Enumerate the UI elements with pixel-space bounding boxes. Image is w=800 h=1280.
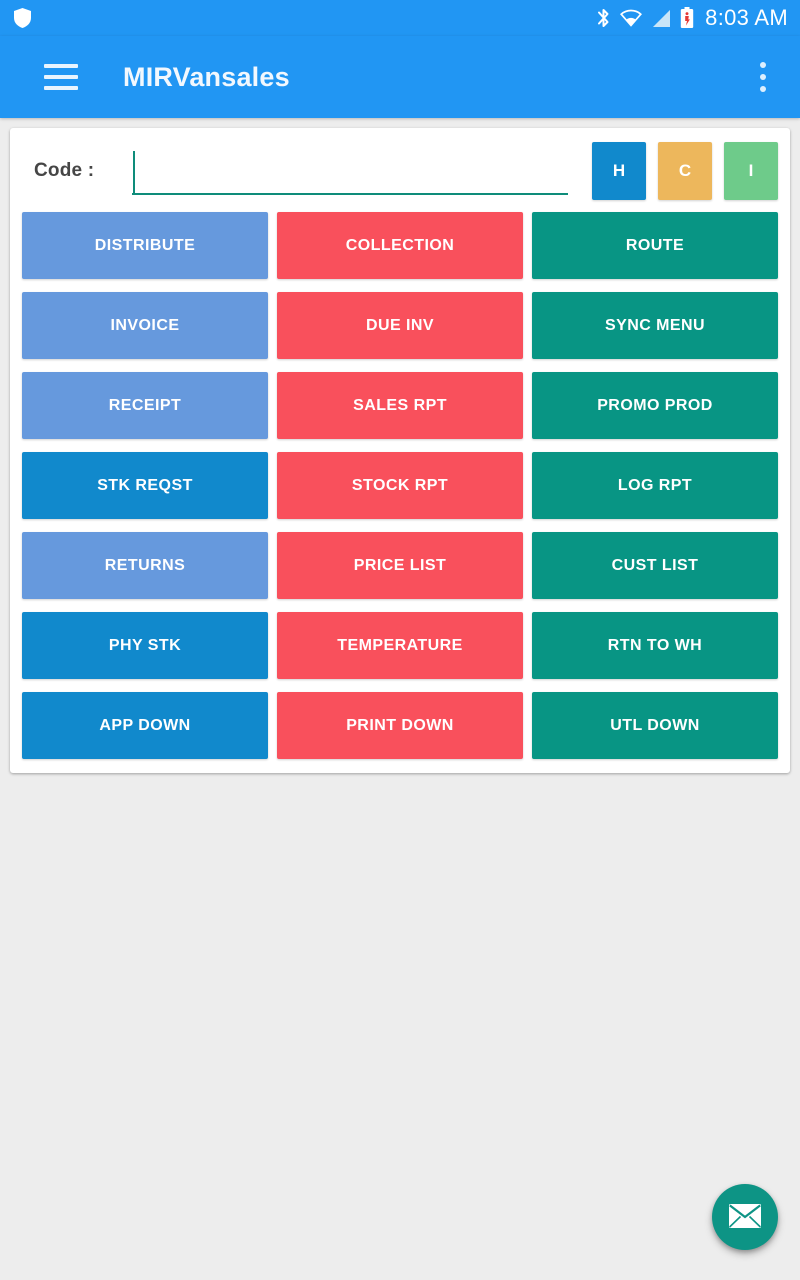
status-bar-left — [14, 8, 31, 28]
grid-row: PHY STK TEMPERATURE RTN TO WH — [22, 612, 778, 679]
grid-button-log-rpt[interactable]: LOG RPT — [532, 452, 778, 519]
mail-fab-button[interactable] — [712, 1184, 778, 1250]
code-input[interactable] — [132, 147, 568, 195]
overflow-dot — [760, 74, 766, 80]
battery-icon — [680, 7, 694, 29]
grid-button-print-down[interactable]: PRINT DOWN — [277, 692, 523, 759]
grid-row: INVOICE DUE INV SYNC MENU — [22, 292, 778, 359]
text-cursor — [133, 151, 136, 193]
shield-icon — [14, 8, 31, 28]
grid-button-stock-rpt[interactable]: STOCK RPT — [277, 452, 523, 519]
wifi-icon — [620, 8, 643, 28]
grid-row: DISTRIBUTE COLLECTION ROUTE — [22, 212, 778, 279]
code-button-c[interactable]: C — [658, 142, 712, 200]
grid-button-cust-list[interactable]: CUST LIST — [532, 532, 778, 599]
main-card: Code : H C I DISTRIBUTE COLLECTION ROUTE IN… — [10, 128, 790, 773]
hamburger-bar — [44, 86, 78, 90]
overflow-dot — [760, 86, 766, 92]
code-button-h[interactable]: H — [592, 142, 646, 200]
status-bar-right: 8:03 AM — [596, 7, 788, 29]
grid-button-sales-rpt[interactable]: SALES RPT — [277, 372, 523, 439]
grid-button-returns[interactable]: RETURNS — [22, 532, 268, 599]
grid-button-sync-menu[interactable]: SYNC MENU — [532, 292, 778, 359]
more-vertical-icon[interactable] — [748, 60, 778, 94]
grid-button-promo-prod[interactable]: PROMO PROD — [532, 372, 778, 439]
grid-row: RETURNS PRICE LIST CUST LIST — [22, 532, 778, 599]
code-input-wrap — [132, 147, 568, 195]
grid-button-app-down[interactable]: APP DOWN — [22, 692, 268, 759]
grid-row: RECEIPT SALES RPT PROMO PROD — [22, 372, 778, 439]
grid-button-phy-stk[interactable]: PHY STK — [22, 612, 268, 679]
code-row: Code : H C I — [10, 128, 790, 212]
app-bar: MIRVansales — [0, 36, 800, 118]
button-grid: DISTRIBUTE COLLECTION ROUTE INVOICE DUE INV S… — [10, 212, 790, 759]
grid-button-stk-reqst[interactable]: STK REQST — [22, 452, 268, 519]
status-bar-clock: 8:03 AM — [705, 5, 788, 30]
bluetooth-icon — [596, 7, 611, 29]
grid-button-rtn-to-wh[interactable]: RTN TO WH — [532, 612, 778, 679]
grid-row: APP DOWN PRINT DOWN UTL DOWN — [22, 692, 778, 759]
grid-button-temperature[interactable]: TEMPERATURE — [277, 612, 523, 679]
code-label: Code : — [34, 160, 95, 181]
hamburger-bar — [44, 75, 78, 79]
grid-button-distribute[interactable]: DISTRIBUTE — [22, 212, 268, 279]
grid-button-utl-down[interactable]: UTL DOWN — [532, 692, 778, 759]
app-title: MIRVansales — [123, 61, 290, 92]
grid-button-collection[interactable]: COLLECTION — [277, 212, 523, 279]
code-button-i[interactable]: I — [724, 142, 778, 200]
hamburger-menu-icon[interactable] — [44, 64, 78, 90]
signal-icon — [651, 9, 671, 28]
grid-button-route[interactable]: ROUTE — [532, 212, 778, 279]
grid-row: STK REQST STOCK RPT LOG RPT — [22, 452, 778, 519]
mail-icon — [729, 1203, 761, 1231]
status-bar: 8:03 AM — [0, 0, 800, 36]
grid-button-due-inv[interactable]: DUE INV — [277, 292, 523, 359]
grid-button-price-list[interactable]: PRICE LIST — [277, 532, 523, 599]
hamburger-bar — [44, 64, 78, 68]
grid-button-receipt[interactable]: RECEIPT — [22, 372, 268, 439]
overflow-dot — [760, 62, 766, 68]
grid-button-invoice[interactable]: INVOICE — [22, 292, 268, 359]
